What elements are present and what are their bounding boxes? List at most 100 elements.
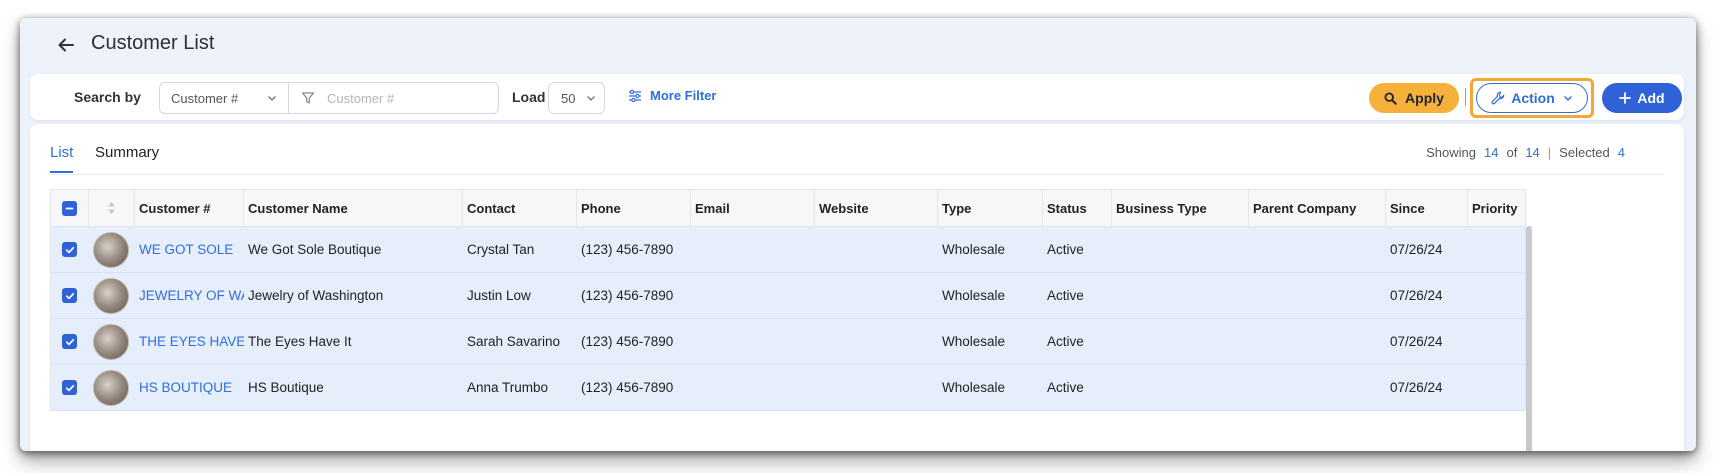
chevron-down-icon [587,96,595,101]
apply-label: Apply [1405,90,1444,106]
customer-name-cell: The Eyes Have It [248,334,352,349]
minus-icon [65,207,74,209]
check-icon [65,246,74,253]
chevron-down-icon [1563,96,1572,101]
contact-cell: Crystal Tan [467,242,535,257]
column-header-customer-no[interactable]: Customer # [135,190,244,226]
view-tabs: List Summary Showing 14 of 14 | Selected… [50,124,1664,175]
sort-column-cell[interactable] [89,190,135,226]
apply-button[interactable]: Apply [1369,83,1459,113]
column-header-website[interactable]: Website [815,190,938,226]
email-cell [691,319,815,364]
column-header-status[interactable]: Status [1043,190,1112,226]
priority-cell [1468,273,1523,318]
customer-name-cell: Jewelry of Washington [248,288,384,303]
column-header-business-type[interactable]: Business Type [1112,190,1249,226]
customer-no-link[interactable]: THE EYES HAVE IT [135,319,244,364]
column-header-customer-name[interactable]: Customer Name [244,190,463,226]
select-all-cell [51,190,89,226]
type-cell: Wholesale [942,334,1006,349]
column-header-type[interactable]: Type [938,190,1043,226]
customer-no-link[interactable]: WE GOT SOLE [135,227,244,272]
row-select-cell [51,319,89,364]
add-label: Add [1637,90,1665,106]
business-type-cell [1112,365,1249,410]
business-type-cell [1112,319,1249,364]
app-window: Customer List Search by Customer # Load … [20,18,1696,451]
priority-cell [1468,227,1523,272]
website-cell [815,227,938,272]
customer-no-link[interactable]: JEWELRY OF WA [135,273,244,318]
search-field-value: Customer # [171,90,239,106]
search-icon [1384,91,1397,105]
column-header-phone[interactable]: Phone [577,190,691,226]
showing-label: Showing [1426,145,1476,160]
column-header-parent-company[interactable]: Parent Company [1249,190,1386,226]
add-button[interactable]: Add [1602,83,1682,113]
table-row[interactable]: WE GOT SOLE We Got Sole Boutique Crystal… [51,227,1525,273]
since-cell: 07/26/24 [1390,242,1443,257]
filter-icon [301,92,315,104]
search-input[interactable] [325,89,494,107]
email-cell [691,365,815,410]
contact-cell: Sarah Savarino [467,334,561,349]
priority-cell [1468,319,1523,364]
load-count-select[interactable]: 50 [548,82,605,114]
contact-cell: Anna Trumbo [467,380,549,395]
sort-icon [108,202,115,214]
selected-count: 4 [1617,145,1625,160]
table-header: Customer # Customer Name Contact Phone E… [51,189,1525,227]
table-row[interactable]: JEWELRY OF WA Jewelry of Washington Just… [51,273,1525,319]
row-checkbox[interactable] [62,288,77,303]
arrow-left-icon [58,38,74,52]
sliders-icon [629,89,641,102]
since-cell: 07/26/24 [1390,334,1443,349]
website-cell [815,365,938,410]
column-header-since[interactable]: Since [1386,190,1468,226]
customer-avatar [93,323,129,360]
row-select-cell [51,227,89,272]
showing-count: 14 [1484,145,1499,160]
record-count-summary: Showing 14 of 14 | Selected 4 [1426,145,1633,160]
avatar-cell [89,319,135,364]
avatar-cell [89,227,135,272]
phone-cell: (123) 456-7890 [581,242,674,257]
type-cell: Wholesale [942,288,1006,303]
more-filter-button[interactable]: More Filter [628,88,716,103]
tab-list[interactable]: List [50,144,74,173]
search-field-select[interactable]: Customer # [159,82,289,114]
parent-company-cell [1249,273,1386,318]
column-header-priority[interactable]: Priority [1468,190,1523,226]
phone-cell: (123) 456-7890 [581,334,674,349]
check-icon [65,384,74,391]
filter-bar: Search by Customer # Load 50 [30,74,1684,120]
action-button[interactable]: Action [1476,83,1588,113]
customer-name-cell: We Got Sole Boutique [248,242,382,257]
load-count-value: 50 [561,90,576,106]
priority-cell [1468,365,1523,410]
table-row[interactable]: HS BOUTIQUE HS Boutique Anna Trumbo (123… [51,365,1525,411]
select-all-checkbox[interactable] [62,200,77,216]
column-header-email[interactable]: Email [691,190,815,226]
type-cell: Wholesale [942,242,1006,257]
back-button[interactable] [54,33,78,57]
row-select-cell [51,365,89,410]
column-header-contact[interactable]: Contact [463,190,577,226]
phone-cell: (123) 456-7890 [581,380,674,395]
action-label: Action [1511,90,1555,106]
avatar-cell [89,365,135,410]
row-checkbox[interactable] [62,380,77,395]
row-checkbox[interactable] [62,242,77,257]
table-scrollbar[interactable] [1526,226,1532,451]
row-checkbox[interactable] [62,334,77,349]
table-row[interactable]: THE EYES HAVE IT The Eyes Have It Sarah … [51,319,1525,365]
tab-summary[interactable]: Summary [95,144,159,171]
page-title: Customer List [91,32,215,54]
customer-list-panel: List Summary Showing 14 of 14 | Selected… [30,124,1684,451]
customer-no-link[interactable]: HS BOUTIQUE [135,365,244,410]
plus-icon [1619,92,1632,104]
check-icon [65,292,74,299]
search-input-wrapper [288,82,499,114]
phone-cell: (123) 456-7890 [581,288,674,303]
customer-avatar [93,369,129,406]
